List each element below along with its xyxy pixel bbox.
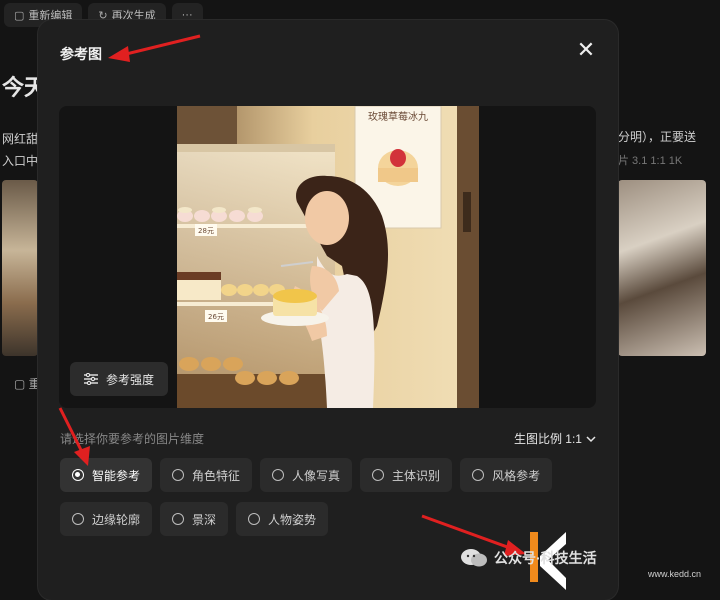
modal-title: 参考图 xyxy=(60,46,102,62)
reference-image-modal: 参考图 ✕ 玫瑰草莓冰九 28元 26元 参考强度 请选择你要参考的图片维度 生… xyxy=(38,20,618,600)
background-bottom-action[interactable]: ▢ 重 xyxy=(14,375,41,392)
radio-icon xyxy=(472,469,485,481)
options-row-2: 边缘轮廓 景深 人物姿势 xyxy=(60,502,580,536)
option-portrait[interactable]: 人像写真 xyxy=(260,458,353,492)
radio-icon xyxy=(172,513,185,525)
reference-photo[interactable]: 玫瑰草莓冰九 28元 26元 xyxy=(177,106,479,408)
close-icon[interactable]: ✕ xyxy=(576,39,596,61)
edit-icon: ▢ xyxy=(14,9,25,22)
option-depth-of-field[interactable]: 景深 xyxy=(160,502,229,536)
reference-dimension-options: 智能参考 角色特征 人像写真 主体识别 风格参考 边缘轮廓 景深 人物姿势 xyxy=(60,458,580,546)
option-subject-recognition[interactable]: 主体识别 xyxy=(360,458,453,492)
background-description-right: 分明），正要送 xyxy=(618,130,697,144)
wechat-icon xyxy=(460,548,488,568)
aspect-ratio-label: 生图比例 1:1 xyxy=(513,432,582,446)
background-image-left[interactable] xyxy=(2,180,38,356)
radio-icon xyxy=(272,469,285,481)
radio-icon xyxy=(248,513,261,525)
option-pose[interactable]: 人物姿势 xyxy=(236,502,329,536)
dimension-hint: 请选择你要参考的图片维度 xyxy=(60,432,205,446)
option-style-reference[interactable]: 风格参考 xyxy=(460,458,553,492)
price-tag: 28元 xyxy=(198,227,214,235)
option-edge-outline[interactable]: 边缘轮廓 xyxy=(60,502,153,536)
reference-strength-label: 参考强度 xyxy=(106,372,155,387)
price-tag: 26元 xyxy=(208,313,224,321)
radio-icon xyxy=(372,469,385,481)
radio-icon xyxy=(72,513,84,525)
options-row-1: 智能参考 角色特征 人像写真 主体识别 风格参考 xyxy=(60,458,580,492)
poster-text: 玫瑰草莓冰九 xyxy=(368,110,428,123)
watermark-url: www.kedd.cn xyxy=(648,569,702,579)
watermark-text: 公众号·科技生活 xyxy=(494,550,597,566)
radio-icon xyxy=(172,469,185,481)
background-meta: 片 3.1 1:1 1K xyxy=(618,155,683,167)
chevron-down-icon xyxy=(586,432,596,446)
watermark: 公众号·科技生活 xyxy=(460,548,597,568)
radio-icon xyxy=(72,469,84,481)
sliders-icon xyxy=(84,373,98,385)
image-preview-area: 玫瑰草莓冰九 28元 26元 参考强度 xyxy=(59,106,596,408)
reference-strength-button[interactable]: 参考强度 xyxy=(70,362,169,396)
background-image-right[interactable] xyxy=(618,180,706,356)
aspect-ratio-dropdown[interactable]: 生图比例 1:1 xyxy=(514,430,596,447)
option-character-features[interactable]: 角色特征 xyxy=(160,458,253,492)
background-description-left: 网红甜 入口中 xyxy=(2,132,38,168)
option-smart-reference[interactable]: 智能参考 xyxy=(60,458,153,492)
